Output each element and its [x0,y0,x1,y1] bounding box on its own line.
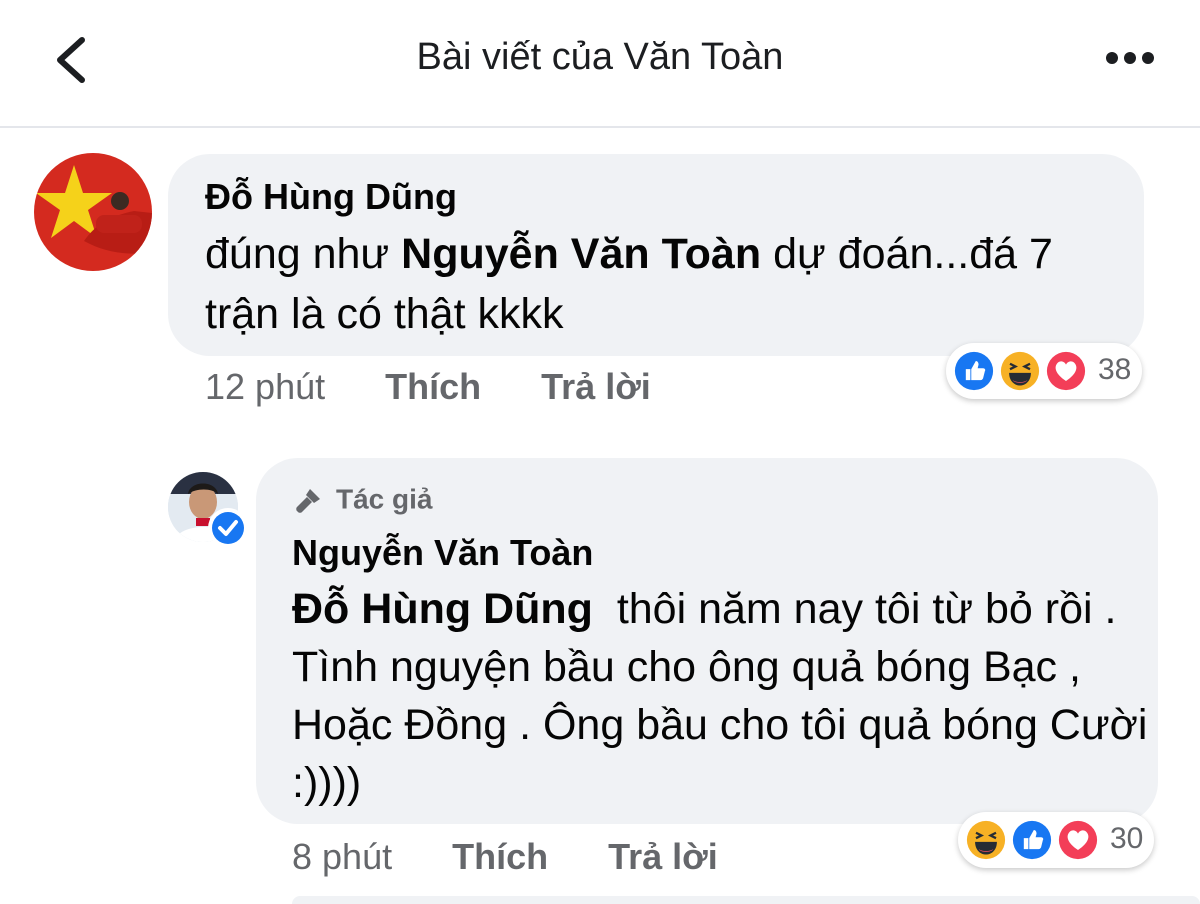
microphone-icon [296,488,320,513]
comment-time[interactable]: 12 phút [205,366,325,407]
avatar[interactable] [34,153,152,271]
comment-text: Đỗ Hùng Dũng thôi năm nay tôi từ bỏ rồi … [292,585,1160,807]
more-options-button[interactable] [1100,38,1164,78]
love-icon [1056,818,1100,862]
comment-meta: 8 phút Thích Trả lời [292,836,718,878]
comment-meta: 12 phút Thích Trả lời [205,366,651,408]
mention-link[interactable]: Đỗ Hùng Dũng [292,585,593,633]
author-badge: Tác giả [292,482,432,517]
mention-link[interactable]: Nguyễn Văn Toàn [401,230,761,278]
like-button[interactable]: Thích [385,366,481,407]
reaction-count: 38 [1098,353,1132,386]
love-icon [1044,349,1088,393]
top-bar: Bài viết của Văn Toàn [0,0,1200,126]
reactions-summary[interactable]: 30 [958,812,1154,868]
like-button[interactable]: Thích [452,836,548,877]
haha-icon [998,349,1042,393]
verified-badge-icon [208,508,248,548]
comment-text: đúng như Nguyễn Văn Toàn dự đoán...đá 7 … [205,230,1053,338]
next-comment-edge [292,896,1200,904]
header-divider [0,126,1200,128]
more-dots-icon [1106,52,1154,64]
reactions-summary[interactable]: 38 [946,343,1142,399]
reply-button[interactable]: Trả lời [608,836,718,877]
reply-button[interactable]: Trả lời [541,366,651,407]
like-icon [952,349,996,393]
comment-time[interactable]: 8 phút [292,836,392,877]
like-icon [1010,818,1054,862]
comment-author[interactable]: Đỗ Hùng Dũng [205,176,457,218]
reaction-count: 30 [1110,822,1144,855]
flag-avatar-image [34,153,152,271]
haha-icon [964,818,1008,862]
comment-author[interactable]: Nguyễn Văn Toàn [292,532,593,574]
page-title: Bài viết của Văn Toàn [416,36,784,78]
